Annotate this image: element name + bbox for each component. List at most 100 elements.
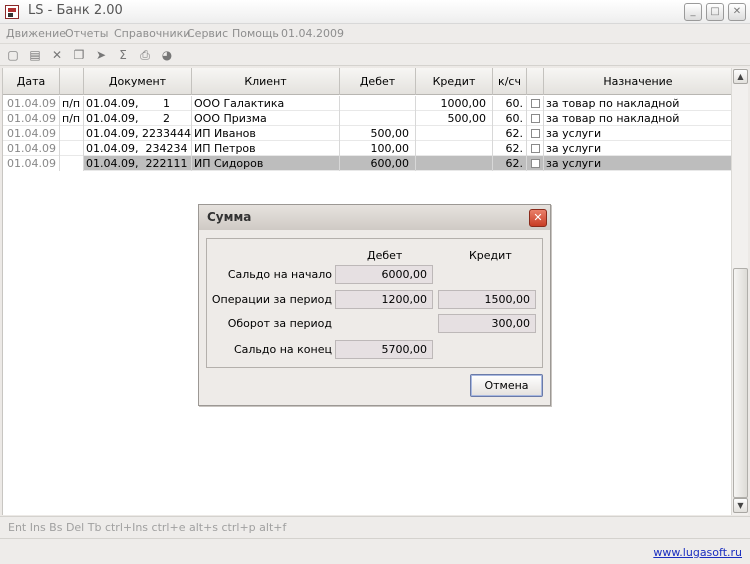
period-operations-credit-field[interactable]: 1500,00: [438, 290, 536, 309]
cell-document: 01.04.09, 1: [84, 96, 192, 111]
col-credit[interactable]: Кредит: [416, 68, 493, 95]
table-row[interactable]: 01.04.09 01.04.09, 234234 ИП Петров 100,…: [3, 141, 732, 156]
row-checkbox[interactable]: [531, 99, 540, 108]
title-bar: LS - Банк 2.00 _ □ ✕: [0, 0, 750, 24]
cell-purpose: за услуги: [546, 127, 602, 140]
cell-date: 01.04.09: [3, 111, 60, 126]
sum-dialog: Сумма ✕ Дебет Кредит Сальдо на начало 60…: [198, 204, 551, 406]
copy-icon[interactable]: ❐: [71, 47, 87, 63]
cell-account: 62.: [493, 126, 527, 141]
col-date[interactable]: Дата: [3, 68, 60, 95]
menu-movement[interactable]: Движение: [6, 27, 66, 40]
minimize-button[interactable]: _: [684, 3, 702, 21]
cell-purpose: за товар по накладной: [546, 112, 680, 125]
dialog-panel: Дебет Кредит Сальдо на начало 6000,00 Оп…: [206, 238, 543, 368]
cell-flag: [527, 111, 544, 126]
cell-credit: [416, 126, 493, 141]
cell-credit: 1000,00: [416, 96, 493, 111]
col-client[interactable]: Клиент: [192, 68, 340, 95]
cell-date: 01.04.09: [3, 156, 60, 171]
print-icon[interactable]: ⎙: [137, 47, 153, 63]
new-document-icon[interactable]: ▢: [5, 47, 21, 63]
cell-type: [60, 126, 84, 141]
close-button[interactable]: ✕: [728, 3, 746, 21]
toolbar: ▢ ▤ ✕ ❐ ➤ Σ ⎙ ◕: [0, 44, 750, 66]
menu-reports[interactable]: Отчеты: [65, 27, 108, 40]
table-row[interactable]: 01.04.09 01.04.09, 2233444 ИП Иванов 500…: [3, 126, 732, 141]
cell-account: 62.: [493, 141, 527, 156]
scroll-up-icon[interactable]: ▲: [733, 69, 748, 84]
key-hints: Ent Ins Bs Del Tb ctrl+Ins ctrl+e alt+s …: [8, 521, 287, 534]
cell-account: 60.: [493, 111, 527, 126]
menu-date: 01.04.2009: [281, 27, 344, 40]
cell-debit: [340, 111, 416, 126]
cell-client: ООО Призма: [192, 111, 340, 126]
key-hints-bar: Ent Ins Bs Del Tb ctrl+Ins ctrl+e alt+s …: [0, 516, 750, 538]
cell-purpose: за услуги: [546, 142, 602, 155]
table-row[interactable]: 01.04.09 п/п 01.04.09, 2 ООО Призма 500,…: [3, 111, 732, 126]
cell-account: 60.: [493, 96, 527, 111]
col-account[interactable]: к/сч: [493, 68, 527, 95]
row-checkbox[interactable]: [531, 159, 540, 168]
closing-balance-debit-field[interactable]: 5700,00: [335, 340, 433, 359]
col-type[interactable]: [60, 68, 84, 95]
sum-icon[interactable]: Σ: [115, 47, 131, 63]
cell-flag: [527, 126, 544, 141]
dialog-title: Сумма: [207, 210, 252, 224]
cell-client: ИП Сидоров: [192, 156, 340, 171]
cancel-button[interactable]: Отмена: [470, 374, 543, 397]
cell-debit: 600,00: [340, 156, 416, 171]
cell-type: п/п: [60, 96, 84, 111]
opening-balance-debit-field[interactable]: 6000,00: [335, 265, 433, 284]
move-icon[interactable]: ➤: [93, 47, 109, 63]
period-turnover-credit-field[interactable]: 300,00: [438, 314, 536, 333]
website-link[interactable]: www.lugasoft.ru: [653, 546, 742, 559]
menu-service[interactable]: Сервис: [187, 27, 228, 40]
menu-bar: Движение Отчеты Справочники Сервис Помощ…: [0, 24, 750, 44]
menu-help[interactable]: Помощь: [232, 27, 279, 40]
delete-icon[interactable]: ✕: [49, 47, 65, 63]
cell-credit: [416, 156, 493, 171]
chart-icon[interactable]: ◕: [159, 47, 175, 63]
row-checkbox[interactable]: [531, 144, 540, 153]
dialog-credit-header: Кредит: [469, 249, 512, 262]
cell-document: 01.04.09, 2233444: [86, 126, 192, 141]
menu-directories[interactable]: Справочники: [114, 27, 190, 40]
period-operations-debit-field[interactable]: 1200,00: [335, 290, 433, 309]
row-checkbox[interactable]: [531, 129, 540, 138]
cell-document: 01.04.09, 222111: [84, 156, 192, 171]
col-flag[interactable]: [527, 68, 544, 95]
cell-debit: 500,00: [340, 126, 416, 141]
scroll-thumb[interactable]: [733, 268, 748, 498]
scroll-down-icon[interactable]: ▼: [733, 498, 748, 513]
cell-debit: 100,00: [340, 141, 416, 156]
maximize-button[interactable]: □: [706, 3, 724, 21]
cell-client: ООО Галактика: [192, 96, 340, 111]
cell-flag: [527, 141, 544, 156]
window-title: LS - Банк 2.00: [28, 3, 123, 18]
cell-document: 01.04.09, 234234: [84, 141, 192, 156]
cell-purpose: за услуги: [546, 157, 602, 170]
col-purpose[interactable]: Назначение: [544, 68, 732, 95]
cell-type: п/п: [60, 111, 84, 126]
col-debit[interactable]: Дебет: [340, 68, 416, 95]
app-icon: [5, 5, 19, 19]
cell-flag: [527, 96, 544, 111]
label-opening-balance: Сальдо на начало: [227, 268, 332, 281]
dialog-close-button[interactable]: ✕: [529, 209, 547, 227]
table-row[interactable]: 01.04.09 п/п 01.04.09, 1 ООО Галактика 1…: [3, 96, 732, 111]
cell-date: 01.04.09: [3, 141, 60, 156]
cell-client: ИП Иванов: [192, 126, 340, 141]
status-bar: www.lugasoft.ru: [0, 538, 750, 564]
cell-document: 01.04.09, 2: [84, 111, 192, 126]
row-checkbox[interactable]: [531, 114, 540, 123]
open-folder-icon[interactable]: ▤: [27, 47, 43, 63]
col-document[interactable]: Документ: [84, 68, 192, 95]
table-header: Дата Документ Клиент Дебет Кредит к/сч Н…: [3, 68, 732, 95]
cell-client: ИП Петров: [192, 141, 340, 156]
table-row-selected[interactable]: 01.04.09 01.04.09, 222111 ИП Сидоров 600…: [3, 156, 732, 171]
vertical-scrollbar[interactable]: ▲ ▼: [731, 68, 748, 515]
label-period-turnover: Оборот за период: [227, 317, 332, 330]
dialog-debit-header: Дебет: [367, 249, 403, 262]
cell-date: 01.04.09: [3, 126, 60, 141]
